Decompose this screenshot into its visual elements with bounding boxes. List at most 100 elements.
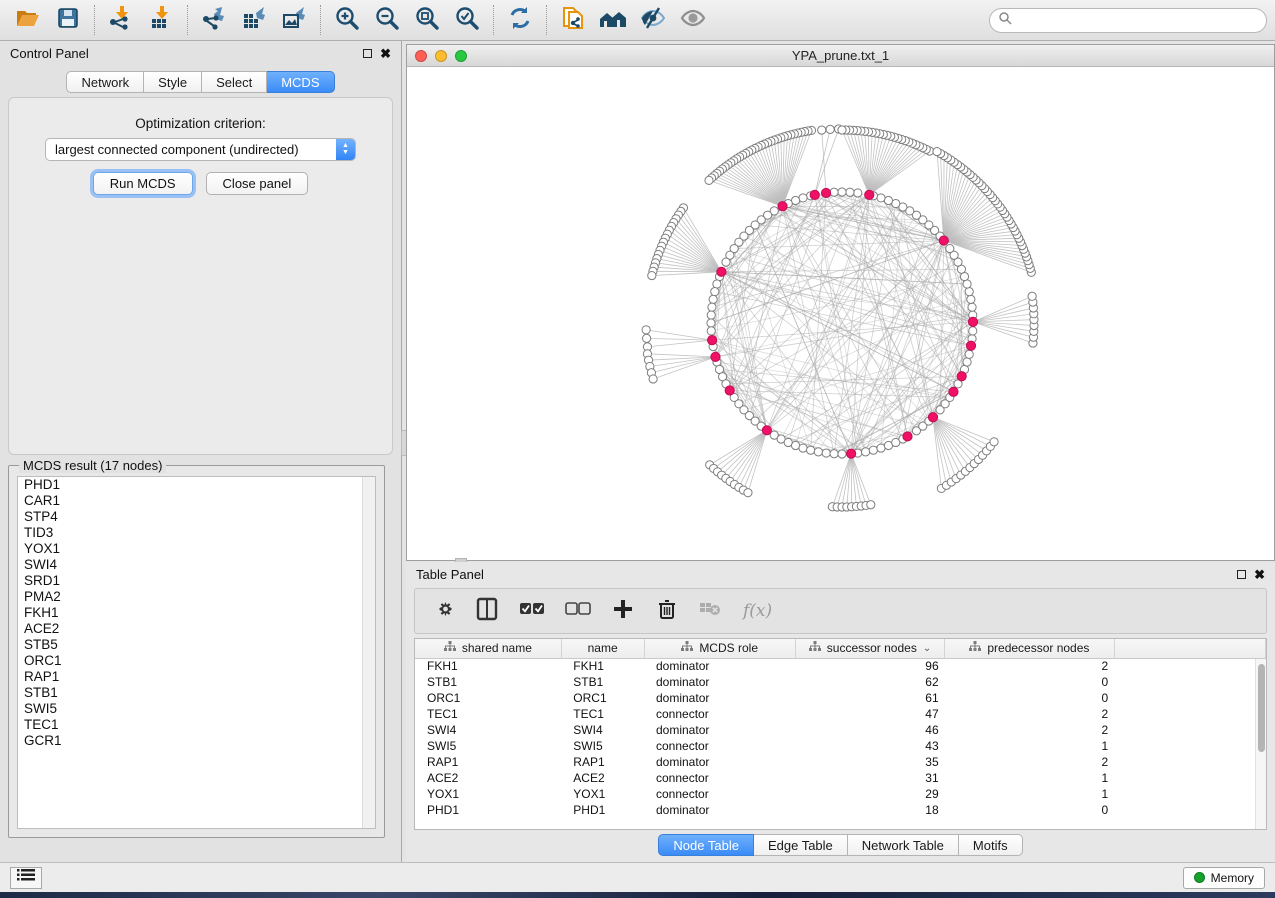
network-node[interactable] <box>707 319 715 327</box>
toggle-graphics-details-button[interactable] <box>633 3 673 37</box>
refresh-layout-button[interactable] <box>500 3 540 37</box>
cell-successor-nodes[interactable]: 61 <box>795 690 944 706</box>
cell-predecessor-nodes[interactable]: 2 <box>945 706 1114 722</box>
cell-empty[interactable] <box>1114 802 1265 818</box>
network-node[interactable] <box>707 327 715 335</box>
network-node[interactable] <box>968 303 976 311</box>
cell-name[interactable]: PHD1 <box>561 802 644 818</box>
mcds-network-node[interactable] <box>762 426 771 435</box>
column-layout-button[interactable] <box>475 596 499 626</box>
cell-empty[interactable] <box>1114 690 1265 706</box>
cell-predecessor-nodes[interactable]: 2 <box>945 722 1114 738</box>
mcds-network-node[interactable] <box>810 190 819 199</box>
network-node[interactable] <box>799 444 807 452</box>
cell-predecessor-nodes[interactable]: 0 <box>945 802 1114 818</box>
float-panel-icon[interactable] <box>1237 570 1246 579</box>
mcds-result-item[interactable]: STP4 <box>18 509 375 525</box>
network-node[interactable] <box>846 188 854 196</box>
cell-empty[interactable] <box>1114 754 1265 770</box>
table-tab-motifs[interactable]: Motifs <box>959 834 1023 856</box>
mcds-network-node[interactable] <box>708 335 717 344</box>
table-row[interactable]: TEC1TEC1connector472 <box>415 706 1266 722</box>
cell-name[interactable]: TEC1 <box>561 706 644 722</box>
mcds-result-item[interactable]: STB1 <box>18 685 375 701</box>
network-node[interactable] <box>965 350 973 358</box>
result-list-scrollbar[interactable] <box>362 477 375 828</box>
cell-shared-name[interactable]: RAP1 <box>415 754 561 770</box>
table-row[interactable]: SWI4SWI4dominator462 <box>415 722 1266 738</box>
optimization-criterion-select[interactable]: largest connected component (undirected)… <box>45 138 356 161</box>
cell-name[interactable]: STB1 <box>561 674 644 690</box>
cell-name[interactable]: ORC1 <box>561 690 644 706</box>
table-row[interactable]: RAP1RAP1dominator352 <box>415 754 1266 770</box>
network-node[interactable] <box>826 125 834 133</box>
network-graph[interactable] <box>407 67 1274 560</box>
cell-predecessor-nodes[interactable]: 0 <box>945 690 1114 706</box>
mcds-result-item[interactable]: YOX1 <box>18 541 375 557</box>
cell-predecessor-nodes[interactable]: 1 <box>945 786 1114 802</box>
cell-empty[interactable] <box>1114 722 1265 738</box>
table-row[interactable]: FKH1FKH1dominator962 <box>415 658 1266 674</box>
close-panel-button[interactable]: Close panel <box>206 172 309 195</box>
table-scrollbar-thumb[interactable] <box>1258 664 1265 752</box>
network-node[interactable] <box>867 501 875 509</box>
mcds-result-item[interactable]: SRD1 <box>18 573 375 589</box>
mcds-network-node[interactable] <box>903 432 912 441</box>
cell-empty[interactable] <box>1114 674 1265 690</box>
mcds-result-item[interactable]: SWI4 <box>18 557 375 573</box>
column-header-name[interactable]: name <box>561 639 644 658</box>
mcds-result-item[interactable]: PMA2 <box>18 589 375 605</box>
cell-name[interactable]: SWI5 <box>561 738 644 754</box>
network-node[interactable] <box>705 176 713 184</box>
network-node[interactable] <box>965 288 973 296</box>
mcds-result-item[interactable]: STB5 <box>18 637 375 653</box>
cell-predecessor-nodes[interactable]: 1 <box>945 770 1114 786</box>
mcds-result-item[interactable]: TID3 <box>18 525 375 541</box>
network-node[interactable] <box>711 288 719 296</box>
network-node[interactable] <box>946 244 954 252</box>
tab-network[interactable]: Network <box>66 71 144 93</box>
cell-successor-nodes[interactable]: 18 <box>795 802 944 818</box>
network-node[interactable] <box>707 311 715 319</box>
table-tab-edge-table[interactable]: Edge Table <box>754 834 848 856</box>
mcds-network-node[interactable] <box>939 236 948 245</box>
cell-shared-name[interactable]: YOX1 <box>415 786 561 802</box>
network-node[interactable] <box>708 303 716 311</box>
mcds-result-item[interactable]: CAR1 <box>18 493 375 509</box>
table-row[interactable]: ORC1ORC1dominator610 <box>415 690 1266 706</box>
cell-predecessor-nodes[interactable]: 2 <box>945 658 1114 674</box>
network-node[interactable] <box>642 326 650 334</box>
eye-button[interactable] <box>673 3 713 37</box>
task-history-button[interactable] <box>10 867 42 889</box>
mcds-result-item[interactable]: PHD1 <box>18 477 375 493</box>
cell-name[interactable]: FKH1 <box>561 658 644 674</box>
search-field[interactable] <box>989 8 1267 33</box>
save-session-button[interactable] <box>48 3 88 37</box>
network-node[interactable] <box>869 446 877 454</box>
network-node[interactable] <box>709 295 717 303</box>
cell-successor-nodes[interactable]: 46 <box>795 722 944 738</box>
mcds-result-item[interactable]: TEC1 <box>18 717 375 733</box>
zoom-out-button[interactable] <box>367 3 407 37</box>
deselect-all-button[interactable] <box>565 596 591 626</box>
cell-MCDS-role[interactable]: dominator <box>644 690 795 706</box>
open-file-button[interactable] <box>8 3 48 37</box>
column-header-MCDS-role[interactable]: MCDS role <box>644 639 795 658</box>
add-column-button[interactable] <box>611 596 635 626</box>
cell-predecessor-nodes[interactable]: 0 <box>945 674 1114 690</box>
mcds-result-list[interactable]: PHD1CAR1STP4TID3YOX1SWI4SRD1PMA2FKH1ACE2… <box>17 476 376 829</box>
delete-column-button[interactable] <box>655 596 679 626</box>
mcds-result-item[interactable]: FKH1 <box>18 605 375 621</box>
table-row[interactable]: SWI5SWI5connector431 <box>415 738 1266 754</box>
mcds-network-node[interactable] <box>711 352 720 361</box>
mcds-network-node[interactable] <box>966 341 975 350</box>
import-network-button[interactable] <box>101 3 141 37</box>
close-panel-icon[interactable]: ✖ <box>380 47 391 60</box>
cell-successor-nodes[interactable]: 96 <box>795 658 944 674</box>
run-mcds-button[interactable]: Run MCDS <box>93 172 193 195</box>
cell-MCDS-role[interactable]: dominator <box>644 674 795 690</box>
tab-style[interactable]: Style <box>144 71 202 93</box>
zoom-fit-button[interactable] <box>407 3 447 37</box>
export-image-button[interactable] <box>274 3 314 37</box>
table-row[interactable]: STB1STB1dominator620 <box>415 674 1266 690</box>
